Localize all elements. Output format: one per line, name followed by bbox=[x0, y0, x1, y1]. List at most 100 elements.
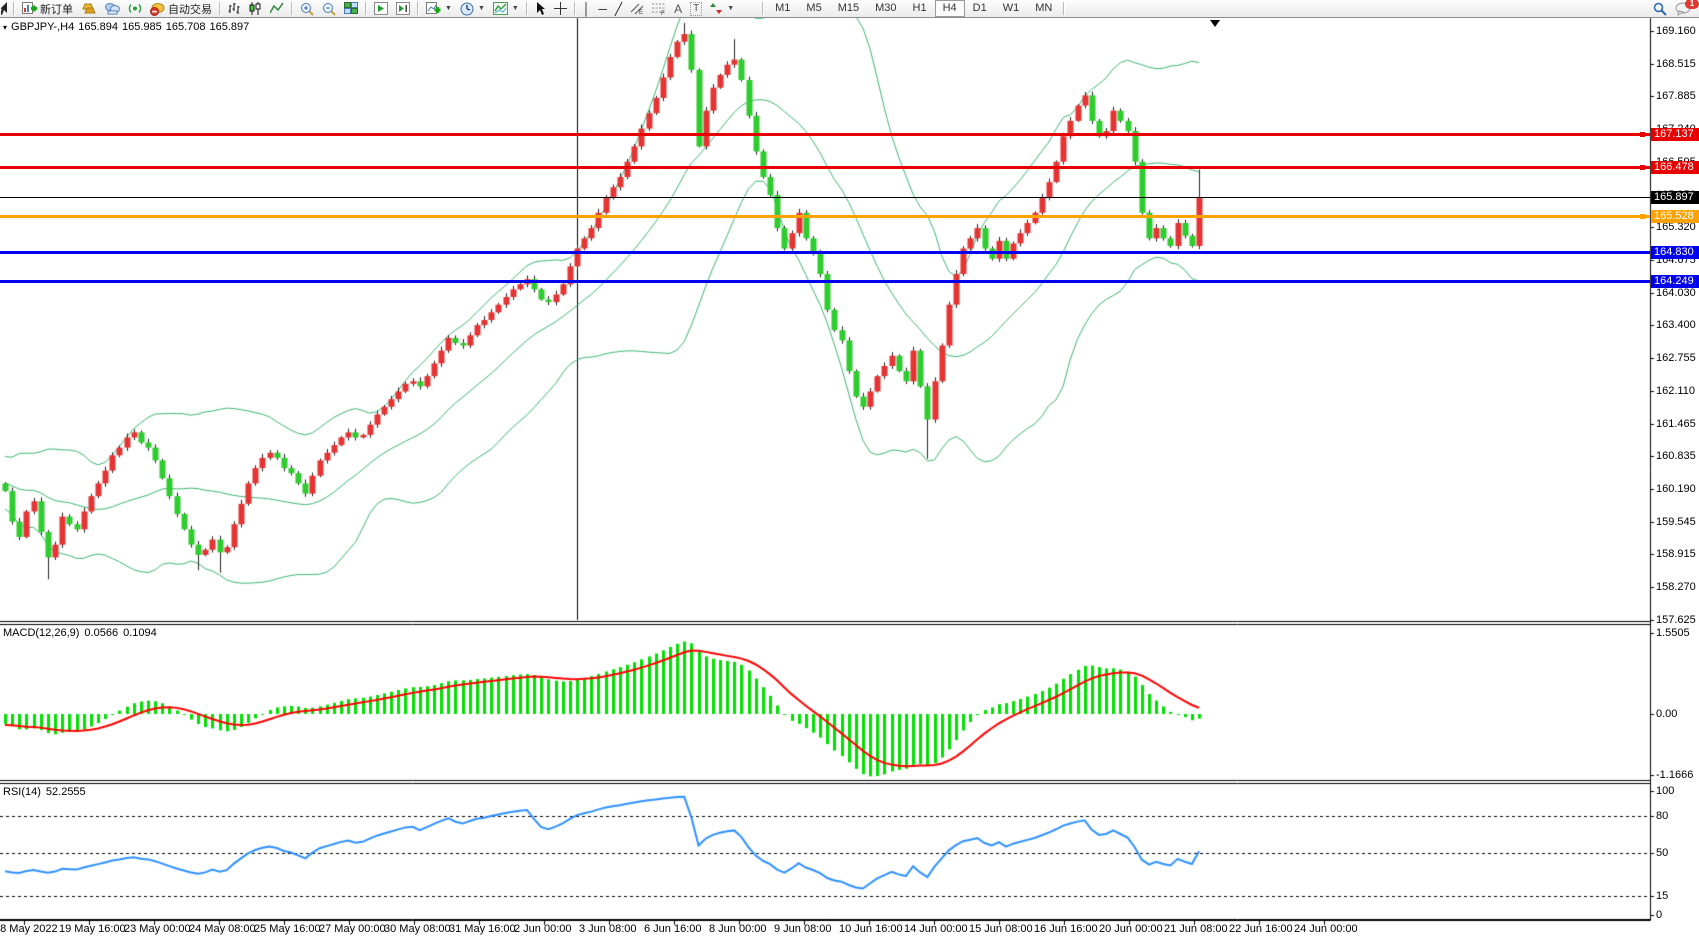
chart-shift-marker[interactable] bbox=[1210, 20, 1220, 27]
candlestick-button[interactable] bbox=[245, 1, 266, 16]
data-window-button[interactable] bbox=[101, 1, 124, 16]
tile-windows-button[interactable] bbox=[340, 1, 362, 16]
high-value: 165.985 bbox=[122, 21, 162, 33]
price-badge: 164.830 bbox=[1651, 246, 1699, 259]
market-watch-button[interactable] bbox=[77, 1, 101, 16]
toolbar-separator bbox=[291, 2, 293, 15]
dropdown-arrow-icon: ▼ bbox=[445, 5, 452, 12]
chart-shift-button[interactable] bbox=[392, 1, 414, 16]
time-axis-label: 25 May 16:00 bbox=[254, 923, 321, 935]
timeframe-button-H1[interactable]: H1 bbox=[905, 0, 935, 17]
timeframe-button-W1[interactable]: W1 bbox=[995, 0, 1028, 17]
price-axis-label: 162.110 bbox=[1656, 385, 1695, 397]
line-chart-icon bbox=[270, 2, 284, 15]
toolbar-separator bbox=[365, 2, 367, 15]
macd-axis-label: -1.1666 bbox=[1656, 769, 1693, 781]
signal-icon bbox=[128, 2, 142, 15]
price-axis-label: 157.625 bbox=[1656, 614, 1696, 626]
horizontal-line-object[interactable] bbox=[0, 133, 1650, 136]
horizontal-line-object[interactable] bbox=[0, 280, 1650, 283]
new-order-button[interactable]: 新订单 bbox=[18, 1, 77, 16]
indicators-button[interactable]: ▼ bbox=[489, 1, 523, 16]
text-tool[interactable]: A bbox=[670, 1, 686, 16]
line-handle[interactable] bbox=[1640, 165, 1645, 170]
line-handle[interactable] bbox=[1640, 132, 1645, 137]
timeframe-button-MN[interactable]: MN bbox=[1027, 0, 1060, 17]
timeframe-toolbar: M1M5M15M30H1H4D1W1MN bbox=[767, 0, 1060, 17]
periods-button[interactable]: ▼ bbox=[456, 1, 489, 16]
timeframe-button-M15[interactable]: M15 bbox=[830, 0, 867, 17]
timeframe-button-H4[interactable]: H4 bbox=[935, 0, 965, 17]
timeframe-button-M1[interactable]: M1 bbox=[767, 0, 798, 17]
timeframe-button-M30[interactable]: M30 bbox=[867, 0, 904, 17]
clock-icon bbox=[460, 2, 474, 16]
price-axis-label: 158.270 bbox=[1656, 581, 1696, 593]
svg-text:F: F bbox=[661, 11, 665, 15]
arrow-shapes-icon bbox=[710, 2, 723, 15]
ohlc-header: ▾GBPJPY-,H4165.894165.985165.708165.897 bbox=[3, 21, 253, 33]
zoom-in-button[interactable] bbox=[296, 1, 318, 16]
price-axis-label: 167.885 bbox=[1656, 90, 1696, 102]
new-chart-button[interactable]: ▼ bbox=[422, 1, 456, 16]
time-axis-label: 19 May 16:00 bbox=[59, 923, 126, 935]
macd-name: MACD(12,26,9) bbox=[3, 627, 79, 639]
autotrading-button[interactable]: 自动交易 bbox=[146, 1, 216, 16]
bar-chart-button[interactable] bbox=[224, 1, 245, 16]
price-axis-label: 160.190 bbox=[1656, 483, 1696, 495]
rsi-axis-label: 15 bbox=[1656, 890, 1668, 902]
horizontal-line-object[interactable] bbox=[0, 215, 1650, 218]
time-axis-label: 15 Jun 08:00 bbox=[969, 923, 1033, 935]
price-axis-label: 164.030 bbox=[1656, 287, 1696, 299]
new-order-icon bbox=[22, 2, 37, 16]
main-toolbar: 新订单 bbox=[0, 0, 1699, 18]
crosshair-tool-button[interactable] bbox=[550, 1, 571, 16]
zoom-out-button[interactable] bbox=[318, 1, 340, 16]
price-axis-label: 160.835 bbox=[1656, 450, 1696, 462]
line-handle[interactable] bbox=[1640, 214, 1645, 219]
current-price-line[interactable] bbox=[0, 197, 1650, 198]
time-axis-label: 20 Jun 00:00 bbox=[1099, 923, 1163, 935]
auto-scroll-button[interactable] bbox=[370, 1, 392, 16]
notification-badge: 1 bbox=[1685, 0, 1699, 9]
dropdown-arrow-icon: ▼ bbox=[512, 5, 519, 12]
macd-axis-label: 1.5505 bbox=[1656, 627, 1690, 639]
bar-chart-icon bbox=[228, 2, 241, 15]
channel-tool[interactable]: E bbox=[626, 1, 648, 16]
timeframe-button-D1[interactable]: D1 bbox=[965, 0, 995, 17]
time-axis-label: 23 May 00:00 bbox=[124, 923, 191, 935]
crosshair-icon bbox=[554, 2, 567, 15]
cursor-arrow-icon bbox=[535, 2, 546, 15]
cursor-edge-icon bbox=[0, 1, 10, 16]
horizontal-line-object[interactable] bbox=[0, 166, 1650, 169]
toolbar-separator bbox=[1063, 2, 1065, 15]
tile-windows-icon bbox=[344, 2, 358, 15]
time-axis-label: 16 Jun 16:00 bbox=[1034, 923, 1098, 935]
chart-canvas[interactable] bbox=[0, 0, 1699, 939]
line-chart-button[interactable] bbox=[266, 1, 288, 16]
text-label-tool[interactable]: T bbox=[686, 1, 706, 16]
search-button[interactable] bbox=[1649, 1, 1671, 16]
price-badge: 165.897 bbox=[1651, 191, 1699, 204]
price-axis-label: 168.515 bbox=[1656, 58, 1696, 70]
fibonacci-tool[interactable]: F bbox=[648, 1, 670, 16]
toolbar-separator bbox=[13, 2, 15, 15]
toolbar-separator bbox=[219, 2, 221, 15]
vertical-line-tool[interactable]: │ bbox=[579, 1, 595, 16]
autotrading-icon bbox=[150, 2, 165, 16]
horizontal-line-object[interactable] bbox=[0, 251, 1650, 254]
trendline-tool[interactable]: ╱ bbox=[611, 1, 626, 16]
chat-button[interactable]: 1 bbox=[1671, 1, 1695, 16]
rsi-axis-label: 80 bbox=[1656, 810, 1668, 822]
one-click-trading-toggle-icon[interactable]: ▾ bbox=[3, 23, 7, 32]
time-axis-label: 14 Jun 00:00 bbox=[904, 923, 968, 935]
cursor-tool-button[interactable] bbox=[531, 1, 550, 16]
timeframe-button-M5[interactable]: M5 bbox=[798, 0, 829, 17]
time-axis-label: 8 Jun 00:00 bbox=[709, 923, 767, 935]
new-order-label: 新订单 bbox=[40, 1, 73, 17]
text-label-icon: T bbox=[690, 2, 702, 16]
macd-label: MACD(12,26,9)0.05660.1094 bbox=[3, 627, 162, 639]
data-window-icon bbox=[105, 2, 120, 15]
arrows-tool[interactable]: ▼ bbox=[706, 1, 738, 16]
horizontal-line-tool[interactable]: ─ bbox=[594, 1, 611, 16]
navigator-button[interactable] bbox=[124, 1, 146, 16]
